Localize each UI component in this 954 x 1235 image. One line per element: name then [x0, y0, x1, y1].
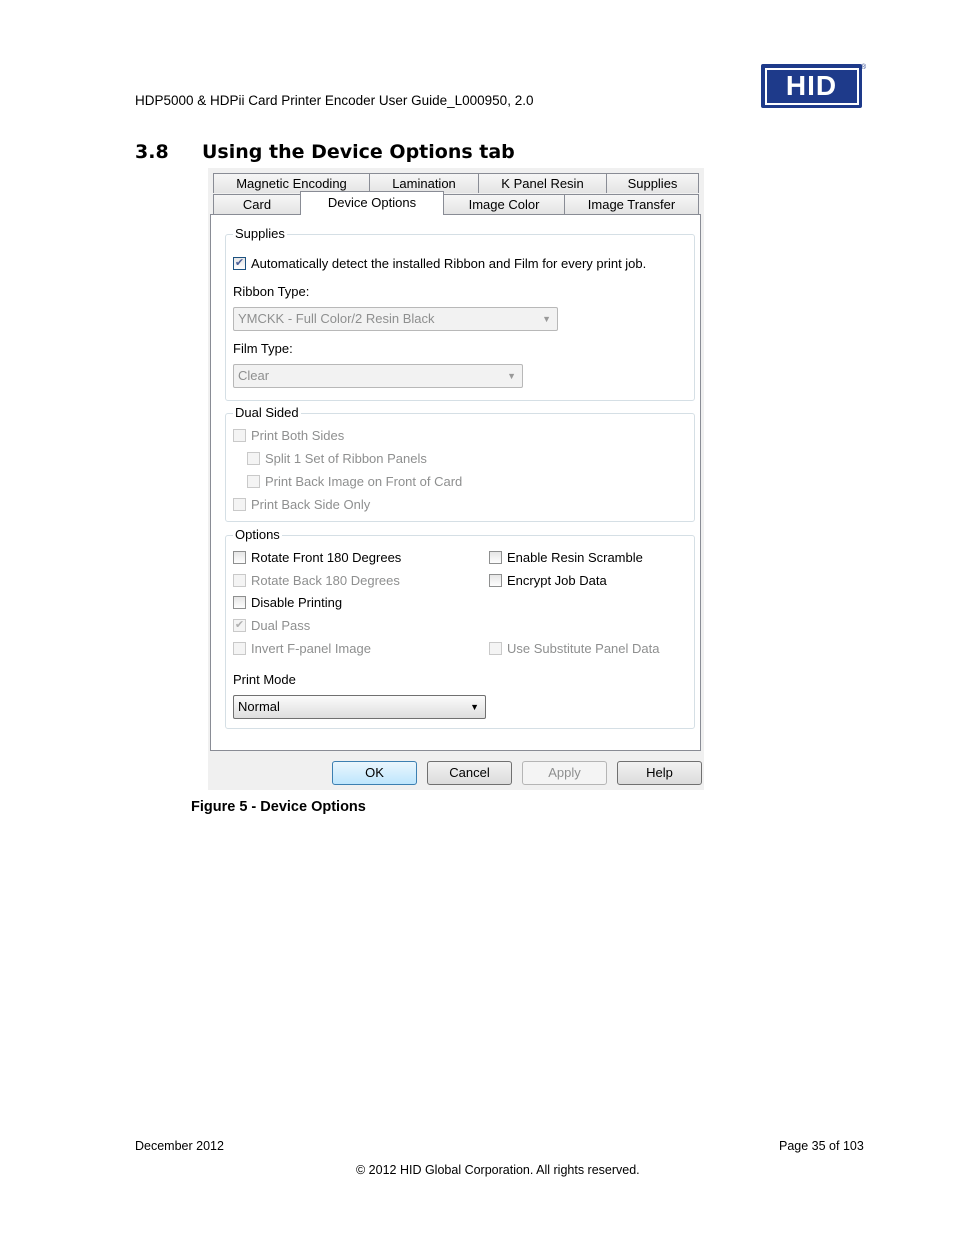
tab-lamination[interactable]: Lamination — [369, 173, 479, 193]
hid-logo-text: HID — [764, 67, 859, 105]
auto-detect-checkbox[interactable]: ✔ — [233, 257, 246, 270]
ribbon-type-label: Ribbon Type: — [233, 284, 310, 299]
use-substitute-panel-label: Use Substitute Panel Data — [507, 641, 660, 656]
print-back-on-front-label: Print Back Image on Front of Card — [265, 474, 463, 489]
device-options-panel: Supplies ✔ Automatically detect the inst… — [210, 214, 701, 751]
options-group-label: Options — [233, 527, 282, 542]
supplies-group-label: Supplies — [233, 226, 287, 241]
rotate-front-checkbox[interactable] — [233, 551, 246, 564]
split-ribbon-label: Split 1 Set of Ribbon Panels — [265, 451, 427, 466]
auto-detect-label: Automatically detect the installed Ribbo… — [251, 256, 647, 271]
encrypt-job-data-label: Encrypt Job Data — [507, 573, 607, 588]
figure-caption: Figure 5 - Device Options — [191, 799, 366, 815]
chevron-down-icon: ▼ — [507, 371, 516, 381]
dual-sided-group-label: Dual Sided — [233, 405, 301, 420]
print-both-sides-checkbox[interactable] — [233, 429, 246, 442]
ribbon-type-value: YMCKK - Full Color/2 Resin Black — [238, 311, 435, 326]
print-back-on-front-checkbox[interactable] — [247, 475, 260, 488]
hid-logo: HID — [761, 64, 862, 108]
print-back-only-label: Print Back Side Only — [251, 497, 371, 512]
apply-button[interactable]: Apply — [522, 761, 607, 785]
cancel-button[interactable]: Cancel — [427, 761, 512, 785]
footer-copyright: © 2012 HID Global Corporation. All right… — [356, 1163, 640, 1177]
print-mode-value: Normal — [238, 699, 280, 714]
rotate-back-checkbox[interactable] — [233, 574, 246, 587]
use-substitute-panel-checkbox[interactable] — [489, 642, 502, 655]
film-type-label: Film Type: — [233, 341, 293, 356]
ribbon-type-select[interactable]: YMCKK - Full Color/2 Resin Black ▼ — [233, 307, 558, 331]
enable-resin-scramble-label: Enable Resin Scramble — [507, 550, 643, 565]
encrypt-job-data-checkbox[interactable] — [489, 574, 502, 587]
disable-printing-label: Disable Printing — [251, 595, 343, 610]
device-options-dialog: Magnetic Encoding Lamination K Panel Res… — [208, 168, 704, 790]
footer-date: December 2012 — [135, 1139, 224, 1153]
tab-card[interactable]: Card — [213, 194, 301, 214]
rotate-front-label: Rotate Front 180 Degrees — [251, 550, 402, 565]
section-number: 3.8 — [135, 141, 169, 163]
section-title: Using the Device Options tab — [202, 141, 515, 163]
split-ribbon-checkbox[interactable] — [247, 452, 260, 465]
ok-button[interactable]: OK — [332, 761, 417, 785]
invert-fpanel-checkbox[interactable] — [233, 642, 246, 655]
tab-magnetic-encoding[interactable]: Magnetic Encoding — [213, 173, 370, 193]
tab-image-transfer[interactable]: Image Transfer — [564, 194, 699, 214]
dual-pass-checkbox[interactable]: ✔ — [233, 619, 246, 632]
dual-pass-label: Dual Pass — [251, 618, 311, 633]
film-type-value: Clear — [238, 368, 270, 383]
print-back-only-checkbox[interactable] — [233, 498, 246, 511]
tab-device-options[interactable]: Device Options — [300, 191, 444, 215]
document-header-title: HDP5000 & HDPii Card Printer Encoder Use… — [135, 93, 534, 108]
chevron-down-icon: ▼ — [542, 314, 551, 324]
print-mode-select[interactable]: Normal ▼ — [233, 695, 486, 719]
help-button[interactable]: Help — [617, 761, 702, 785]
film-type-select[interactable]: Clear ▼ — [233, 364, 523, 388]
tab-image-color[interactable]: Image Color — [443, 194, 565, 214]
registered-mark: ® — [861, 64, 867, 71]
rotate-back-label: Rotate Back 180 Degrees — [251, 573, 400, 588]
tab-k-panel-resin[interactable]: K Panel Resin — [478, 173, 607, 193]
enable-resin-scramble-checkbox[interactable] — [489, 551, 502, 564]
print-both-sides-label: Print Both Sides — [251, 428, 345, 443]
tab-supplies[interactable]: Supplies — [606, 173, 699, 193]
chevron-down-icon: ▼ — [470, 702, 479, 712]
footer-page-number: Page 35 of 103 — [779, 1139, 864, 1153]
disable-printing-checkbox[interactable] — [233, 596, 246, 609]
print-mode-label: Print Mode — [233, 672, 296, 687]
invert-fpanel-label: Invert F-panel Image — [251, 641, 371, 656]
